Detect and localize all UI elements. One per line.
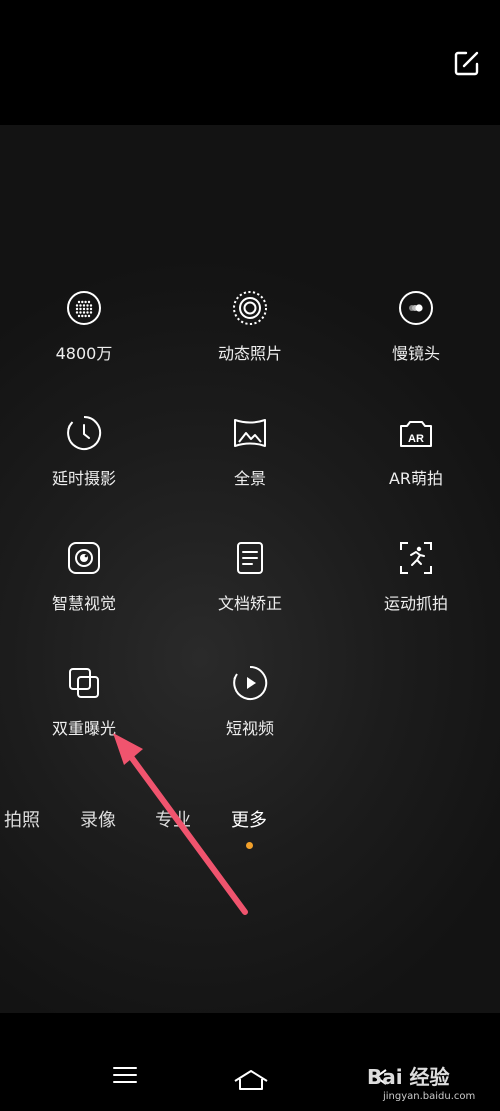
svg-text:AR: AR — [408, 433, 424, 445]
timelapse-icon — [67, 415, 102, 450]
slow-motion-icon — [399, 291, 433, 325]
mode-panorama[interactable]: 全景 — [180, 415, 320, 489]
live-photo-icon — [233, 291, 267, 325]
mode-sport-capture[interactable]: 运动抓拍 — [346, 540, 486, 614]
watermark-url: jingyan.baidu.com — [383, 1091, 476, 1102]
tab-pro[interactable]: 专业 — [155, 806, 191, 832]
home-icon[interactable] — [233, 1068, 269, 1092]
double-exposure-icon — [69, 668, 99, 698]
mode-live-photo[interactable]: 动态照片 — [180, 290, 320, 364]
mode-document[interactable]: 文档矫正 — [180, 540, 320, 614]
tab-photo[interactable]: 拍照 — [4, 806, 40, 832]
grid-lens-icon — [67, 291, 101, 325]
edit-icon[interactable] — [452, 48, 482, 78]
sport-capture-icon — [400, 542, 432, 574]
mode-label: 文档矫正 — [217, 594, 282, 613]
mode-label: 运动抓拍 — [383, 594, 448, 613]
mode-slow-motion[interactable]: 慢镜头 — [346, 290, 486, 364]
mode-label: 动态照片 — [217, 344, 282, 363]
mode-tabs: 拍照 录像 专业 更多 — [0, 800, 500, 860]
document-icon — [237, 542, 263, 574]
tab-more[interactable]: 更多 — [231, 806, 267, 832]
top-bar — [0, 0, 500, 125]
tab-video[interactable]: 录像 — [80, 806, 116, 832]
mode-label: 延时摄影 — [51, 469, 116, 488]
mode-short-video[interactable]: 短视频 — [180, 665, 320, 739]
mode-label: 4800万 — [55, 344, 113, 363]
mode-label: 全景 — [233, 469, 266, 488]
mode-48mp[interactable]: 4800万 — [14, 290, 154, 364]
watermark-text: Bai 经验 — [367, 1065, 450, 1089]
mode-label: 短视频 — [225, 719, 274, 738]
ar-icon: AR — [400, 421, 432, 447]
mode-double-exposure[interactable]: 双重曝光 — [14, 665, 154, 739]
mode-label: 双重曝光 — [51, 719, 116, 738]
watermark: Bai 经验 jingyan.baidu.com — [365, 1055, 500, 1111]
mode-label: 智慧视觉 — [51, 594, 116, 613]
smart-vision-icon — [68, 542, 100, 574]
mode-label: 慢镜头 — [391, 344, 440, 363]
active-tab-indicator — [246, 842, 253, 849]
mode-ar[interactable]: AR AR萌拍 — [346, 415, 486, 489]
short-video-icon — [233, 665, 268, 700]
menu-icon[interactable] — [112, 1065, 138, 1085]
mode-timelapse[interactable]: 延时摄影 — [14, 415, 154, 489]
mode-label: AR萌拍 — [388, 469, 444, 488]
mode-smart-vision[interactable]: 智慧视觉 — [14, 540, 154, 614]
panorama-icon — [234, 419, 266, 447]
